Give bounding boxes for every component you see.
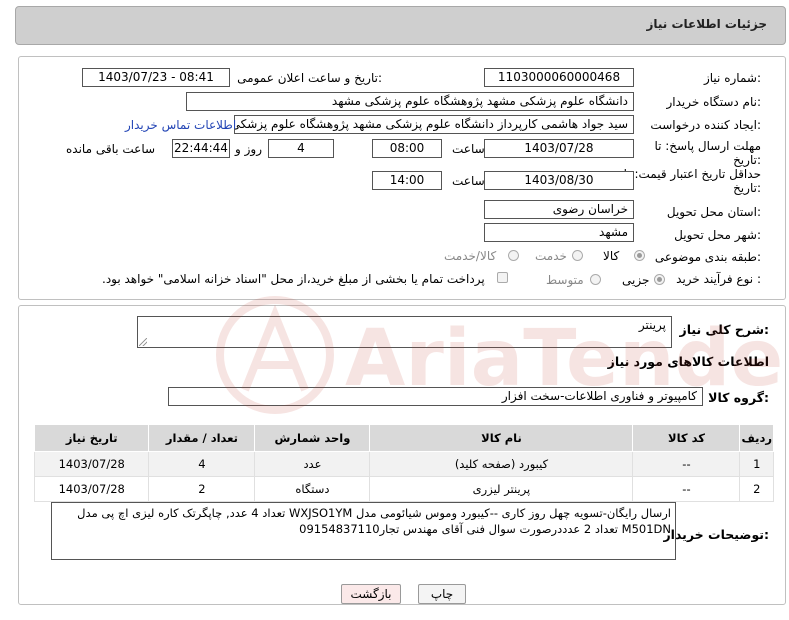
unit-cell: عدد [254, 451, 371, 477]
remaining-time-field[interactable]: 22:44:44 [172, 139, 230, 158]
announce-datetime-field[interactable]: 1403/07/23 - 08:41 [82, 68, 230, 87]
category-goods-radio[interactable] [634, 250, 645, 261]
price-validity-time-field[interactable]: 14:00 [372, 171, 442, 190]
col-row-header: ردیف [739, 424, 774, 452]
category-goods-label: کالا [603, 249, 620, 263]
reply-days-field[interactable]: 4 [268, 139, 334, 158]
item-code-cell: -- [632, 451, 741, 477]
resize-grip-icon[interactable] [139, 338, 147, 346]
remaining-label: ساعت باقی مانده [66, 142, 156, 156]
treasury-docs-note: پرداخت تمام یا بخشی از مبلغ خرید،از محل … [102, 272, 485, 286]
need-number-label: شماره نیاز: [703, 71, 761, 85]
category-service-label: خدمت [535, 249, 567, 263]
goods-group-field[interactable]: کامپیوتر و فناوری اطلاعات-سخت افزار [168, 387, 703, 406]
requester-label: ایجاد کننده درخواست: [650, 118, 761, 132]
goods-table: ردیف کد کالا نام کالا واحد شمارش تعداد /… [33, 424, 774, 502]
item-name-cell: پرینتر لیزری [369, 476, 634, 502]
reply-deadline-label-2: تاریخ: [733, 153, 761, 167]
days-label: روز و [235, 142, 262, 156]
general-desc-field[interactable]: پرینتر [137, 316, 672, 348]
price-validity-date-field[interactable]: 1403/08/30 [484, 171, 634, 190]
purchase-minor-label: جزیی [622, 273, 650, 287]
reply-date-field[interactable]: 1403/07/28 [484, 139, 634, 158]
purchase-medium-label: متوسط [546, 273, 584, 287]
announce-datetime-label: تاریخ و ساعت اعلان عمومی: [237, 71, 382, 85]
print-button[interactable]: چاپ [418, 584, 466, 604]
unit-cell: دستگاه [254, 476, 371, 502]
buyer-org-label: نام دستگاه خریدار: [666, 95, 762, 109]
back-button[interactable]: بازگشت [341, 584, 401, 604]
category-goods-service-label: کالا/خدمت [444, 249, 497, 263]
col-unit-header: واحد شمارش [254, 424, 371, 452]
category-service-radio[interactable] [572, 250, 583, 261]
reply-time-label: ساعت [452, 142, 485, 156]
buyer-org-field[interactable]: دانشگاه علوم پزشکی مشهد پژوهشگاه علوم پز… [186, 92, 634, 111]
table-row[interactable]: 2 -- پرینتر لیزری دستگاه 2 1403/07/28 [33, 476, 774, 502]
row-number-cell: 2 [739, 476, 774, 502]
delivery-city-field[interactable]: مشهد [484, 223, 634, 242]
price-validity-label: حداقل تاریخ اعتبار قیمت: تا [623, 167, 761, 181]
item-name-cell: کیبورد (صفحه کلید) [369, 451, 634, 477]
purchase-type-label: نوع فرآیند خرید : [676, 272, 761, 286]
price-validity-label-2: تاریخ: [733, 181, 761, 195]
buyer-notes-line-1: ارسال رایگان-تسویه چهل روز کاری --کیبورد… [77, 506, 671, 520]
page-header: جزئیات اطلاعات نیاز [15, 6, 786, 45]
category-label: طبقه بندی موضوعی: [654, 250, 761, 264]
reply-deadline-label: مهلت ارسال پاسخ: تا [654, 139, 761, 153]
delivery-province-label: استان محل تحویل: [666, 205, 761, 219]
price-validity-time-label: ساعت [452, 174, 485, 188]
requester-field[interactable]: سید جواد هاشمی کارپرداز دانشگاه علوم پزش… [234, 115, 634, 134]
buyer-notes-label: توضیحات خریدار: [663, 527, 769, 542]
goods-group-label: گروه کالا: [708, 390, 769, 405]
page-title: جزئیات اطلاعات نیاز [646, 17, 767, 31]
table-header-row: ردیف کد کالا نام کالا واحد شمارش تعداد /… [33, 424, 774, 452]
col-qty-header: تعداد / مقدار [148, 424, 256, 452]
buyer-contact-link[interactable]: اطلاعات تماس خریدار [125, 118, 236, 132]
table-row[interactable]: 1 -- کیبورد (صفحه کلید) عدد 4 1403/07/28 [33, 451, 774, 477]
treasury-docs-checkbox[interactable] [497, 272, 508, 283]
col-code-header: کد کالا [632, 424, 741, 452]
row-number-cell: 1 [739, 451, 774, 477]
general-desc-label: شرح کلی نیاز: [679, 322, 770, 337]
col-date-header: تاریخ نیاز [33, 424, 150, 452]
item-code-cell: -- [632, 476, 741, 502]
delivery-city-label: شهر محل تحویل: [674, 228, 761, 242]
quantity-cell: 4 [148, 451, 256, 477]
quantity-cell: 2 [148, 476, 256, 502]
purchase-medium-radio[interactable] [590, 274, 601, 285]
col-name-header: نام کالا [369, 424, 634, 452]
need-date-cell: 1403/07/28 [33, 451, 150, 477]
buyer-notes-line-2: M501DN تعداد 2 عدددرصورت سوال فنی آقای م… [299, 522, 671, 536]
need-number-field[interactable]: 1103000060000468 [484, 68, 634, 87]
reply-time-field[interactable]: 08:00 [372, 139, 442, 158]
buyer-notes-field[interactable]: ارسال رایگان-تسویه چهل روز کاری --کیبورد… [51, 502, 676, 560]
purchase-minor-radio[interactable] [654, 274, 665, 285]
goods-info-title: اطلاعات کالاهای مورد نیاز [607, 354, 769, 369]
category-goods-service-radio[interactable] [508, 250, 519, 261]
delivery-province-field[interactable]: خراسان رضوی [484, 200, 634, 219]
need-date-cell: 1403/07/28 [33, 476, 150, 502]
